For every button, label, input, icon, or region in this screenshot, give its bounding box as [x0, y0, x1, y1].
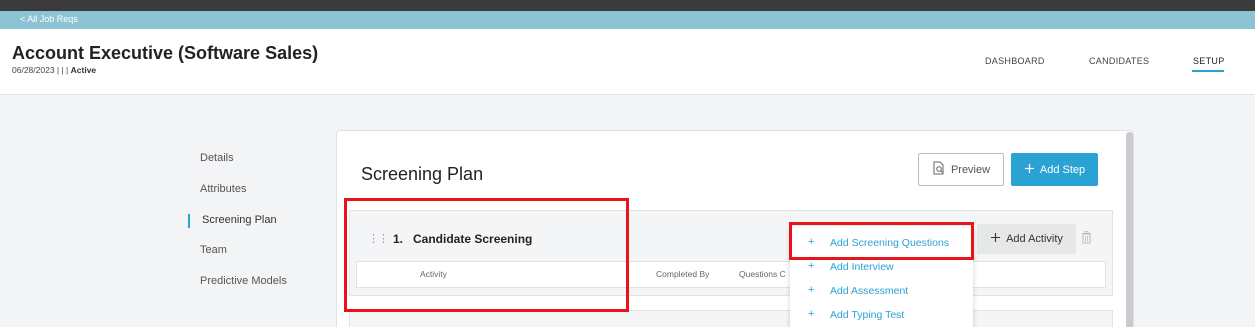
preview-button-label: Preview [950, 163, 991, 176]
back-to-job-reqs-link[interactable]: < All Job Reqs [20, 14, 78, 24]
step-name: Candidate Screening [413, 232, 533, 246]
side-nav-item-details[interactable]: Details [200, 152, 234, 164]
next-step-panel [349, 310, 1113, 327]
step-number: 1. [393, 232, 404, 246]
side-nav-item-screening-plan[interactable]: Screening Plan [202, 214, 277, 226]
add-activity-button[interactable]: Add Activity [977, 224, 1076, 254]
scrollbar[interactable] [1126, 132, 1133, 327]
plus-icon: + [808, 284, 815, 296]
active-tab-underline [1192, 70, 1224, 72]
column-completed-by: Completed By [656, 269, 710, 279]
menu-item-label: Add Screening Questions [830, 237, 950, 249]
screening-plan-title: Screening Plan [361, 164, 484, 184]
add-activity-menu: + Add Screening Questions + Add Intervie… [790, 226, 973, 327]
tab-setup[interactable]: SETUP [1193, 56, 1225, 66]
document-search-icon [932, 161, 945, 178]
preview-button[interactable]: Preview [918, 153, 1004, 186]
page-header: Account Executive (Software Sales) 06/28… [0, 29, 1255, 95]
menu-item-add-screening-questions[interactable]: + Add Screening Questions [790, 231, 973, 255]
plus-icon: + [808, 260, 815, 272]
menu-item-add-typing-test[interactable]: + Add Typing Test [790, 303, 973, 327]
add-step-button-label: Add Step [1039, 163, 1086, 176]
plus-icon [1024, 163, 1035, 177]
top-system-bar [0, 0, 1255, 11]
job-status: Active [70, 65, 97, 75]
page-title: Account Executive (Software Sales) [12, 43, 319, 63]
plus-icon [990, 232, 1001, 246]
column-activity: Activity [420, 269, 447, 279]
side-nav-item-attributes[interactable]: Attributes [200, 183, 246, 195]
add-step-button[interactable]: Add Step [1011, 153, 1098, 186]
trash-icon[interactable] [1081, 231, 1092, 249]
activity-table-header [356, 261, 1106, 288]
menu-item-label: Add Assessment [830, 285, 909, 297]
add-activity-button-label: Add Activity [1006, 233, 1063, 245]
active-section-indicator [188, 214, 190, 228]
menu-item-add-assessment[interactable]: + Add Assessment [790, 279, 973, 303]
menu-item-add-interview[interactable]: + Add Interview [790, 255, 973, 279]
plus-icon: + [808, 308, 815, 320]
menu-item-label: Add Typing Test [830, 309, 905, 321]
drag-handle-icon[interactable]: ⋮⋮ [368, 232, 389, 245]
menu-item-label: Add Interview [830, 261, 894, 273]
tab-dashboard[interactable]: DASHBOARD [985, 56, 1045, 66]
tab-candidates[interactable]: CANDIDATES [1089, 56, 1149, 66]
job-meta: 06/28/2023 | | | Active [12, 65, 96, 75]
side-nav-item-team[interactable]: Team [200, 244, 227, 256]
side-nav-item-predictive-models[interactable]: Predictive Models [200, 275, 287, 287]
column-questions: Questions C [739, 269, 786, 279]
breadcrumb-bar: < All Job Reqs [0, 11, 1255, 29]
plus-icon: + [808, 236, 815, 248]
job-date: 06/28/2023 | | | [12, 65, 69, 75]
